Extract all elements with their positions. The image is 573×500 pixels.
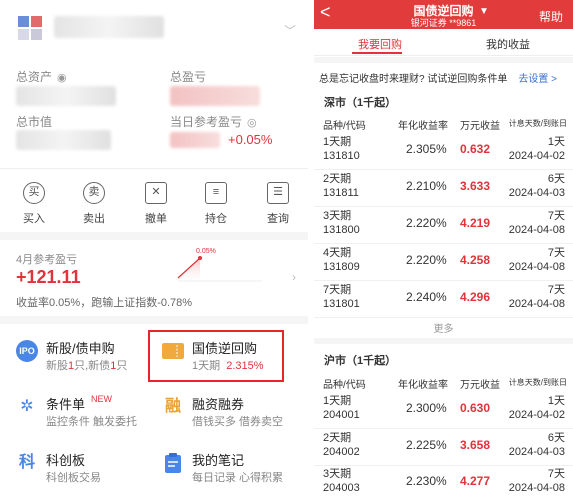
month-pnl-label: 4月参考盈亏 bbox=[16, 254, 78, 266]
total-assets-value-redacted bbox=[16, 86, 116, 106]
more-button[interactable]: 更多 bbox=[314, 320, 573, 335]
table-row[interactable]: 4天期 131809 2.220% 4.258 7天 2024-04-08 bbox=[314, 244, 573, 281]
star-market-item[interactable]: 科 科创板 科创板交易 bbox=[16, 450, 166, 498]
market-value-redacted bbox=[16, 130, 111, 150]
my-notes-item[interactable]: 我的笔记 每日记录 心得积累 bbox=[162, 450, 308, 498]
tab-my-income[interactable]: 我的收益 bbox=[486, 36, 530, 52]
header-subtitle: 银河证券 **9861 bbox=[410, 18, 477, 28]
sz-section-title: 深市（1千起） bbox=[324, 97, 397, 109]
buy-button[interactable]: 买 买入 bbox=[4, 182, 64, 226]
month-pnl-sub: 收益率0.05%，跑输上证指数-0.78% bbox=[16, 297, 193, 309]
today-pnl-value: +0.05% bbox=[228, 132, 273, 147]
holdings-button[interactable]: ≡ 持仓 bbox=[186, 182, 246, 226]
repo-panel: < 国债逆回购 ▼ 银河证券 **9861 帮助 我要回购 我的收益 总是忘记收… bbox=[314, 0, 573, 500]
document-icon: ☰ bbox=[267, 182, 289, 204]
total-pnl-value-redacted bbox=[170, 86, 260, 106]
ipo-icon: IPO bbox=[16, 340, 38, 362]
active-tab-indicator bbox=[352, 52, 402, 54]
buy-icon: 买 bbox=[23, 182, 45, 204]
margin-icon: 融 bbox=[164, 398, 181, 415]
star-market-icon: 科 bbox=[18, 454, 35, 471]
today-pnl-redacted bbox=[170, 132, 220, 148]
highlight-box bbox=[148, 330, 284, 382]
tab-buy-repo[interactable]: 我要回购 bbox=[358, 36, 402, 52]
table-row[interactable]: 1天期 131810 2.305% 0.632 1天 2024-04-02 bbox=[314, 133, 573, 170]
table-row[interactable]: 7天期 131801 2.240% 4.296 7天 2024-04-08 bbox=[314, 281, 573, 318]
conditional-order-item[interactable]: ✲ 条件单 NEW 监控条件 触发委托 bbox=[16, 394, 166, 442]
sparkle-icon: ✲ bbox=[20, 398, 34, 415]
table-row[interactable]: 3天期 131800 2.220% 4.219 7天 2024-04-08 bbox=[314, 207, 573, 244]
go-settings-link[interactable]: 去设置 > bbox=[518, 70, 557, 85]
header-bar: < 国债逆回购 ▼ 银河证券 **9861 帮助 bbox=[314, 0, 573, 29]
eye-icon-2[interactable]: ◎ bbox=[247, 116, 257, 129]
sell-button[interactable]: 卖 卖出 bbox=[64, 182, 124, 226]
table-row[interactable]: 2天期 204002 2.225% 3.658 6天 2024-04-03 bbox=[314, 429, 573, 466]
database-icon: ≡ bbox=[205, 182, 227, 204]
account-selector[interactable]: ﹀ bbox=[0, 0, 308, 58]
chevron-right-icon: › bbox=[292, 270, 296, 284]
today-pnl-label: 当日参考盈亏 ◎ bbox=[170, 115, 257, 129]
new-badge: NEW bbox=[91, 394, 113, 404]
condition-order-tip: 总是忘记收盘时来理财? 试试逆回购条件单 去设置 > bbox=[314, 70, 573, 85]
table-row[interactable]: 3天期 204003 2.230% 4.277 7天 2024-04-08 bbox=[314, 465, 573, 500]
total-pnl-label: 总盈亏 bbox=[170, 70, 207, 84]
account-name-redacted bbox=[54, 16, 164, 38]
chevron-down-icon[interactable]: ﹀ bbox=[284, 22, 296, 39]
table-row[interactable]: 1天期 204001 2.300% 0.630 1天 2024-04-02 bbox=[314, 392, 573, 429]
sell-icon: 卖 bbox=[83, 182, 105, 204]
cancel-order-button[interactable]: ✕ 撤单 bbox=[126, 182, 186, 226]
cancel-order-icon: ✕ bbox=[145, 182, 167, 204]
sparkline-chart: 0.05% bbox=[177, 248, 262, 284]
clipboard-icon bbox=[165, 453, 181, 473]
eye-icon[interactable]: ◉ bbox=[57, 71, 67, 84]
query-button[interactable]: ☰ 查询 bbox=[248, 182, 308, 226]
total-assets-label: 总资产 ◉ bbox=[16, 70, 67, 84]
help-button[interactable]: 帮助 bbox=[539, 8, 563, 25]
margin-trading-item[interactable]: 融 融资融券 借钱买多 借券卖空 bbox=[162, 394, 308, 442]
ipo-subscription-item[interactable]: IPO 新股/债申购 新股1只,新债1只 bbox=[16, 338, 166, 386]
table-row[interactable]: 2天期 131811 2.210% 3.633 6天 2024-04-03 bbox=[314, 170, 573, 207]
account-logo-icon bbox=[18, 16, 42, 40]
market-value-label: 总市值 bbox=[16, 115, 53, 129]
account-panel: ﹀ 总资产 ◉ 总盈亏 总市值 当日参考盈亏 ◎ +0.05% 买 买入 卖 卖出 … bbox=[0, 0, 308, 500]
month-pnl-value: +121.11 bbox=[16, 267, 81, 287]
sh-section-title: 沪市（1千起） bbox=[324, 355, 397, 367]
sparkline-label: 0.05% bbox=[196, 248, 216, 255]
